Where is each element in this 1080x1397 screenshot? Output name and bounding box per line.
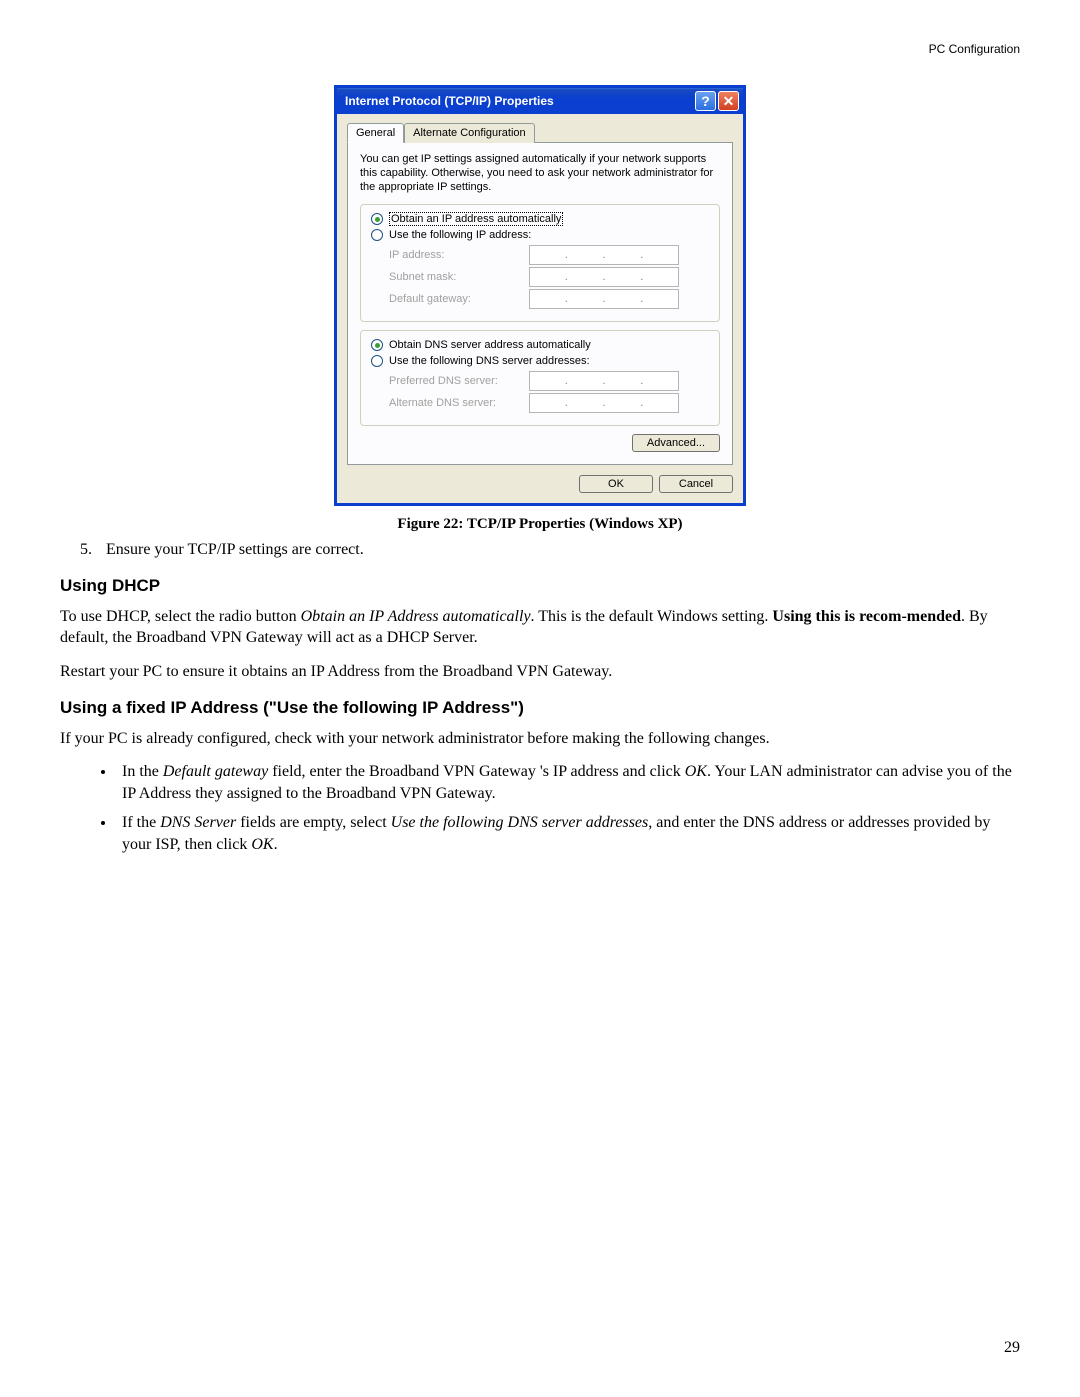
field-subnet: Subnet mask: ... <box>389 267 709 287</box>
page-number: 29 <box>1004 1339 1020 1357</box>
dialog-title: Internet Protocol (TCP/IP) Properties <box>345 94 693 108</box>
dns-group: Obtain DNS server address automatically … <box>360 330 720 426</box>
radio-label: Obtain DNS server address automatically <box>389 339 591 351</box>
ok-button[interactable]: OK <box>579 475 653 493</box>
gateway-input[interactable]: ... <box>529 289 679 309</box>
close-button[interactable]: ✕ <box>718 91 739 111</box>
field-preferred-dns: Preferred DNS server: ... <box>389 371 709 391</box>
page-content: Internet Protocol (TCP/IP) Properties ? … <box>60 85 1020 863</box>
dhcp-paragraph-2: Restart your PC to ensure it obtains an … <box>60 661 1020 683</box>
ip-address-input[interactable]: ... <box>529 245 679 265</box>
figure-caption: Figure 22: TCP/IP Properties (Windows XP… <box>60 516 1020 533</box>
radio-dns-manual[interactable]: Use the following DNS server addresses: <box>371 355 709 367</box>
radio-ip-auto[interactable]: Obtain an IP address automatically <box>371 213 709 225</box>
subnet-input[interactable]: ... <box>529 267 679 287</box>
dialog-body: General Alternate Configuration You can … <box>337 114 743 503</box>
radio-dns-auto[interactable]: Obtain DNS server address automatically <box>371 339 709 351</box>
radio-label: Obtain an IP address automatically <box>389 213 563 225</box>
tab-alternate[interactable]: Alternate Configuration <box>404 123 535 143</box>
radio-icon <box>371 229 383 241</box>
tab-strip: General Alternate Configuration <box>347 122 733 143</box>
field-alternate-dns: Alternate DNS server: ... <box>389 393 709 413</box>
page-header: PC Configuration <box>929 42 1020 56</box>
advanced-row: Advanced... <box>360 434 720 452</box>
dialog-figure: Internet Protocol (TCP/IP) Properties ? … <box>60 85 1020 506</box>
step-5: 5. Ensure your TCP/IP settings are corre… <box>60 539 364 561</box>
radio-label: Use the following IP address: <box>389 229 531 241</box>
preferred-dns-input[interactable]: ... <box>529 371 679 391</box>
heading-fixed-ip: Using a fixed IP Address ("Use the follo… <box>60 697 1020 720</box>
help-button[interactable]: ? <box>695 91 716 111</box>
step-text: Ensure your TCP/IP settings are correct. <box>106 539 364 561</box>
fixed-bullets: In the Default gateway field, enter the … <box>60 761 1020 855</box>
radio-ip-manual[interactable]: Use the following IP address: <box>371 229 709 241</box>
radio-icon <box>371 213 383 225</box>
field-label: IP address: <box>389 249 529 261</box>
radio-icon <box>371 339 383 351</box>
radio-icon <box>371 355 383 367</box>
field-label: Subnet mask: <box>389 271 529 283</box>
field-ip-address: IP address: ... <box>389 245 709 265</box>
tab-panel-general: You can get IP settings assigned automat… <box>347 142 733 465</box>
list-item: If the DNS Server fields are empty, sele… <box>116 812 1020 855</box>
field-label: Default gateway: <box>389 293 529 305</box>
dhcp-paragraph-1: To use DHCP, select the radio button Obt… <box>60 606 1020 649</box>
dialog-description: You can get IP settings assigned automat… <box>360 153 720 194</box>
field-label: Alternate DNS server: <box>389 397 529 409</box>
fixed-paragraph-1: If your PC is already configured, check … <box>60 728 1020 750</box>
ip-group: Obtain an IP address automatically Use t… <box>360 204 720 322</box>
step-number: 5. <box>80 539 106 561</box>
advanced-button[interactable]: Advanced... <box>632 434 720 452</box>
tcpip-dialog: Internet Protocol (TCP/IP) Properties ? … <box>334 85 746 506</box>
field-gateway: Default gateway: ... <box>389 289 709 309</box>
body-text: 5. Ensure your TCP/IP settings are corre… <box>60 539 1020 855</box>
alternate-dns-input[interactable]: ... <box>529 393 679 413</box>
heading-using-dhcp: Using DHCP <box>60 575 1020 598</box>
cancel-button[interactable]: Cancel <box>659 475 733 493</box>
titlebar: Internet Protocol (TCP/IP) Properties ? … <box>337 88 743 114</box>
list-item: In the Default gateway field, enter the … <box>116 761 1020 804</box>
dialog-buttons: OK Cancel <box>347 475 733 493</box>
radio-label: Use the following DNS server addresses: <box>389 355 590 367</box>
tab-general[interactable]: General <box>347 123 404 143</box>
field-label: Preferred DNS server: <box>389 375 529 387</box>
